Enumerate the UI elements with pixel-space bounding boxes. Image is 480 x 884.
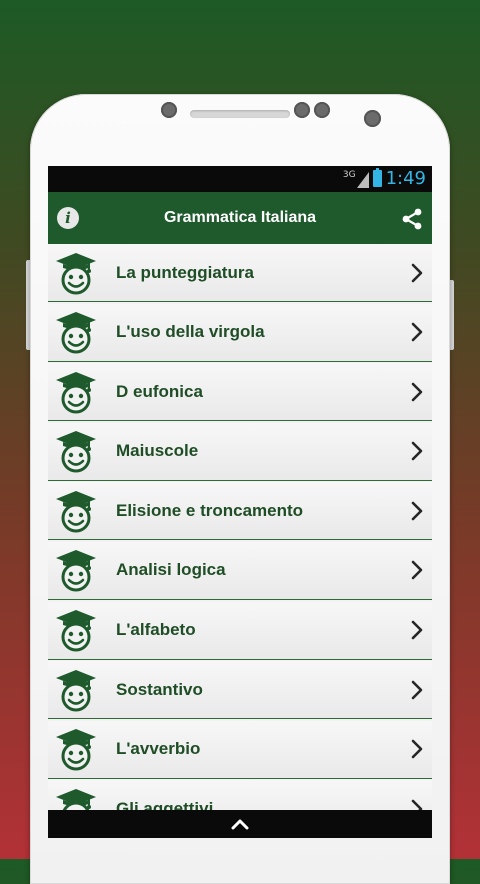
chevron-right-icon: [411, 680, 423, 699]
graduate-face-icon: [56, 788, 96, 810]
list-item-label: L'avverbio: [116, 739, 201, 759]
chevron-right-icon: [411, 620, 423, 640]
status-clock: 1:49: [385, 168, 426, 189]
list-item-label: Analisi logica: [116, 560, 226, 580]
app-bar: i Grammatica Italiana: [48, 192, 432, 244]
navigation-bar: [48, 810, 432, 838]
earpiece-speaker: [190, 110, 290, 118]
graduate-face-icon: [56, 550, 96, 592]
list-item[interactable]: Gli aggettivi: [48, 780, 432, 810]
front-camera: [364, 110, 381, 127]
list-item-label: L'alfabeto: [116, 620, 196, 640]
chevron-right-icon: [411, 322, 423, 342]
chevron-right-icon: [411, 382, 423, 401]
phone-screen: 3G 1:49 i Grammatica Italiana La puntegg…: [48, 166, 432, 838]
list-item-label: Maiuscole: [116, 441, 199, 461]
front-sensor-pair-a: [294, 102, 310, 118]
share-icon[interactable]: [400, 207, 424, 231]
list-item[interactable]: L'alfabeto: [48, 601, 432, 660]
list-item[interactable]: Analisi logica: [48, 541, 432, 600]
graduate-face-icon: [56, 371, 96, 414]
chevron-up-icon[interactable]: [231, 818, 249, 830]
signal-indicator: 3G: [343, 170, 369, 188]
chevron-right-icon: [411, 501, 423, 521]
front-sensor-pair-b: [314, 102, 330, 118]
list-item[interactable]: L'avverbio: [48, 720, 432, 779]
graduate-face-icon: [56, 431, 96, 473]
list-item[interactable]: Maiuscole: [48, 422, 432, 481]
battery-icon: [372, 168, 382, 187]
graduate-face-icon: [56, 490, 96, 533]
list-item[interactable]: L'uso della virgola: [48, 303, 432, 362]
app-title: Grammatica Italiana: [163, 209, 317, 226]
list-item[interactable]: La punteggiatura: [48, 244, 432, 302]
chevron-right-icon: [411, 561, 423, 580]
list-item-label: D eufonica: [116, 381, 203, 401]
graduate-face-icon: [56, 610, 96, 652]
graduate-face-icon: [56, 729, 96, 771]
graduate-face-icon: [56, 312, 96, 354]
front-sensor-left: [161, 102, 177, 118]
chevron-right-icon: [411, 739, 423, 759]
chevron-right-icon: [411, 799, 423, 810]
list-item[interactable]: Sostantivo: [48, 661, 432, 720]
chevron-right-icon: [411, 441, 423, 461]
list-item[interactable]: D eufonica: [48, 363, 432, 422]
graduate-face-icon: [56, 252, 96, 294]
phone-power-button: [450, 280, 454, 350]
list-item-label: Elisione e troncamento: [116, 500, 304, 520]
list-item-label: Sostantivo: [116, 679, 203, 699]
list-item[interactable]: Elisione e troncamento: [48, 482, 432, 541]
chevron-right-icon: [411, 263, 423, 282]
topic-list: La punteggiatura L'uso della virgola D e…: [48, 244, 432, 810]
list-item-label: L'uso della virgola: [116, 322, 265, 342]
status-bar: 3G 1:49: [48, 166, 432, 192]
list-item-label: La punteggiatura: [116, 262, 254, 282]
list-item-label: Gli aggettivi: [116, 798, 214, 810]
network-type: 3G: [342, 169, 356, 180]
signal-bars-icon: [356, 171, 369, 188]
graduate-face-icon: [56, 669, 96, 712]
